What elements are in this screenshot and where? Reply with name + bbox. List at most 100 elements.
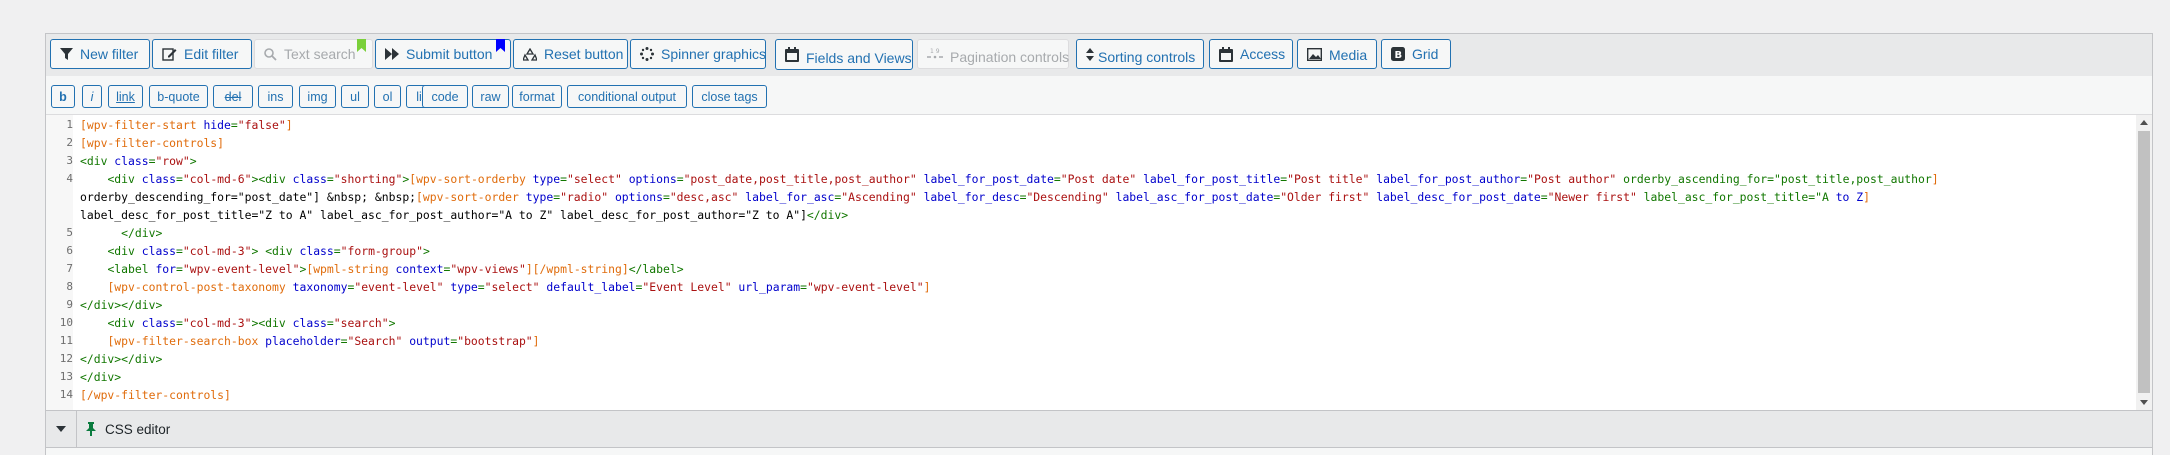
caret-down-icon xyxy=(56,426,66,432)
line-number: 13 xyxy=(59,370,73,383)
code-line: </div> xyxy=(121,226,163,240)
quicktag-code-button[interactable]: code xyxy=(422,85,468,108)
css-editor-panel-header[interactable]: CSS editor xyxy=(46,411,2152,448)
line-number: 14 xyxy=(59,388,73,401)
fast-forward-icon xyxy=(385,48,399,60)
access-label: Access xyxy=(1240,46,1286,62)
access-button[interactable]: Access xyxy=(1209,39,1293,69)
quicktags-bar: b i link b-quote del ins img ul ol li co… xyxy=(46,76,2152,115)
recycle-icon xyxy=(523,47,537,61)
line-number: 1 xyxy=(66,118,73,131)
pin-icon xyxy=(86,422,96,436)
scrollbar-thumb[interactable] xyxy=(2138,131,2150,393)
reset-button-button[interactable]: Reset button xyxy=(513,39,628,69)
code-line: <div class="col-md-6"><div class="shorti… xyxy=(107,172,1939,186)
filter-editor-panel: New filter Edit filter Text search Submi… xyxy=(45,33,2153,455)
sort-icon xyxy=(1086,47,1094,61)
media-label: Media xyxy=(1329,47,1368,63)
quicktag-link-button[interactable]: link xyxy=(108,85,143,108)
line-number-gutter: 1 2 3 4 5 6 7 8 9 10 11 12 13 14 xyxy=(46,115,73,410)
edit-icon xyxy=(162,48,177,61)
fields-and-views-label: Fields and Views xyxy=(806,49,912,66)
calendar-icon xyxy=(785,47,799,62)
sorting-controls-button[interactable]: Sorting controls xyxy=(1076,39,1204,69)
line-number: 10 xyxy=(59,316,73,329)
line-number: 6 xyxy=(66,244,73,257)
text-search-label: Text search xyxy=(284,46,356,62)
grid-label: Grid xyxy=(1412,46,1439,62)
code-line: <div class="row"> xyxy=(80,154,197,168)
quicktag-i-button[interactable]: i xyxy=(82,85,102,108)
line-number: 8 xyxy=(66,280,73,293)
code-line: [wpv-filter-controls] xyxy=(80,136,225,150)
pagination-icon: 1 9 xyxy=(927,48,943,58)
css-editor-label: CSS editor xyxy=(105,421,171,437)
quicktag-b-quote-button[interactable]: b-quote xyxy=(149,85,208,108)
bootstrap-icon: B xyxy=(1391,47,1405,61)
css-editor-title: CSS editor xyxy=(85,411,170,447)
line-number: 11 xyxy=(59,334,73,347)
new-filter-label: New filter xyxy=(80,46,139,62)
code-line: [wpv-filter-search-box placeholder="Sear… xyxy=(107,334,540,348)
code-line: <label for="wpv-event-level">[wpml-strin… xyxy=(107,262,684,276)
reset-button-label: Reset button xyxy=(544,46,624,62)
quicktag-img-button[interactable]: img xyxy=(299,85,336,108)
code-line: </div></div> xyxy=(80,352,163,366)
line-number: 9 xyxy=(66,298,73,311)
line-number: 2 xyxy=(66,136,73,149)
svg-text:B: B xyxy=(1395,50,1403,61)
page-top-strip xyxy=(0,0,2170,14)
editor-scrollbar[interactable] xyxy=(2136,115,2152,410)
quicktag-ol-button[interactable]: ol xyxy=(374,85,401,108)
pagination-controls-button[interactable]: 1 9 Pagination controls xyxy=(917,39,1069,69)
spinner-graphics-button[interactable]: Spinner graphics xyxy=(630,39,766,69)
code-line: </div></div> xyxy=(80,298,163,312)
green-bookmark-icon xyxy=(357,39,366,52)
code-line: </div> xyxy=(80,370,122,384)
submit-button-label: Submit button xyxy=(406,46,493,62)
scroll-down-arrow-icon[interactable] xyxy=(2140,400,2148,405)
quicktag-ins-button[interactable]: ins xyxy=(258,85,293,108)
code-editor[interactable]: 1 2 3 4 5 6 7 8 9 10 11 12 13 14 [wpv-filter-start hi… xyxy=(46,115,2152,411)
filter-toolbar: New filter Edit filter Text search Submi… xyxy=(46,34,2152,77)
line-number: 5 xyxy=(66,226,73,239)
search-icon xyxy=(264,47,277,61)
quicktag-conditional-output-button[interactable]: conditional output xyxy=(567,85,687,108)
filter-icon xyxy=(60,47,73,60)
scroll-up-arrow-icon[interactable] xyxy=(2140,120,2148,125)
code-line: <div class="col-md-3"><div class="search… xyxy=(107,316,396,330)
edit-filter-label: Edit filter xyxy=(184,46,239,62)
quicktag-close-tags-button[interactable]: close tags xyxy=(692,85,767,108)
quicktag-raw-button[interactable]: raw xyxy=(472,85,509,108)
fields-and-views-button[interactable]: Fields and Views xyxy=(775,39,913,70)
collapse-toggle[interactable] xyxy=(46,411,77,447)
calendar-icon xyxy=(1219,46,1233,62)
media-button[interactable]: Media xyxy=(1297,39,1377,69)
edit-filter-button[interactable]: Edit filter xyxy=(152,39,252,69)
text-search-button[interactable]: Text search xyxy=(254,39,373,69)
spinner-graphics-label: Spinner graphics xyxy=(661,46,767,62)
line-number: 4 xyxy=(66,172,73,185)
svg-text:1 9: 1 9 xyxy=(930,48,940,55)
line-number: 12 xyxy=(59,352,73,365)
image-icon xyxy=(1307,47,1322,61)
code-line: [wpv-filter-start hide="false"] xyxy=(80,118,293,132)
code-line: [wpv-control-post-taxonomy taxonomy="eve… xyxy=(107,280,931,294)
quicktag-b-button[interactable]: b xyxy=(51,85,75,108)
blue-bookmark-icon xyxy=(496,39,505,52)
code-line: orderby_descending_for="post_date"] &nbs… xyxy=(80,190,1870,204)
code-line: [/wpv-filter-controls] xyxy=(80,388,231,402)
quicktag-format-button[interactable]: format xyxy=(512,85,562,108)
line-number: 3 xyxy=(66,154,73,167)
line-number: 7 xyxy=(66,262,73,275)
spinner-icon xyxy=(640,47,654,61)
quicktag-ul-button[interactable]: ul xyxy=(341,85,369,108)
quicktag-del-button[interactable]: del xyxy=(213,85,253,108)
sorting-controls-label: Sorting controls xyxy=(1098,49,1196,65)
code-line: label_desc_for_post_title="Z to A" label… xyxy=(80,208,849,222)
pagination-controls-label: Pagination controls xyxy=(950,49,1070,65)
submit-button-button[interactable]: Submit button xyxy=(375,39,511,69)
grid-button[interactable]: B Grid xyxy=(1381,39,1451,69)
new-filter-button[interactable]: New filter xyxy=(50,39,150,69)
code-line: <div class="col-md-3"> <div class="form-… xyxy=(107,244,430,258)
